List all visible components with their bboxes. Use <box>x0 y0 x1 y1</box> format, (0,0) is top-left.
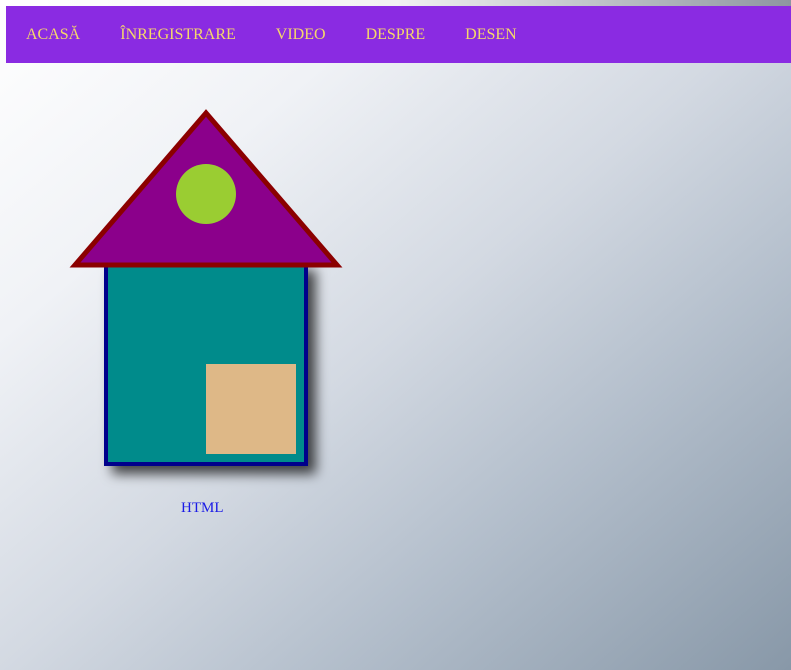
html-link[interactable]: HTML <box>181 500 224 517</box>
roof-circle <box>176 164 236 224</box>
house-drawing <box>69 109 343 466</box>
house-window <box>206 364 296 454</box>
